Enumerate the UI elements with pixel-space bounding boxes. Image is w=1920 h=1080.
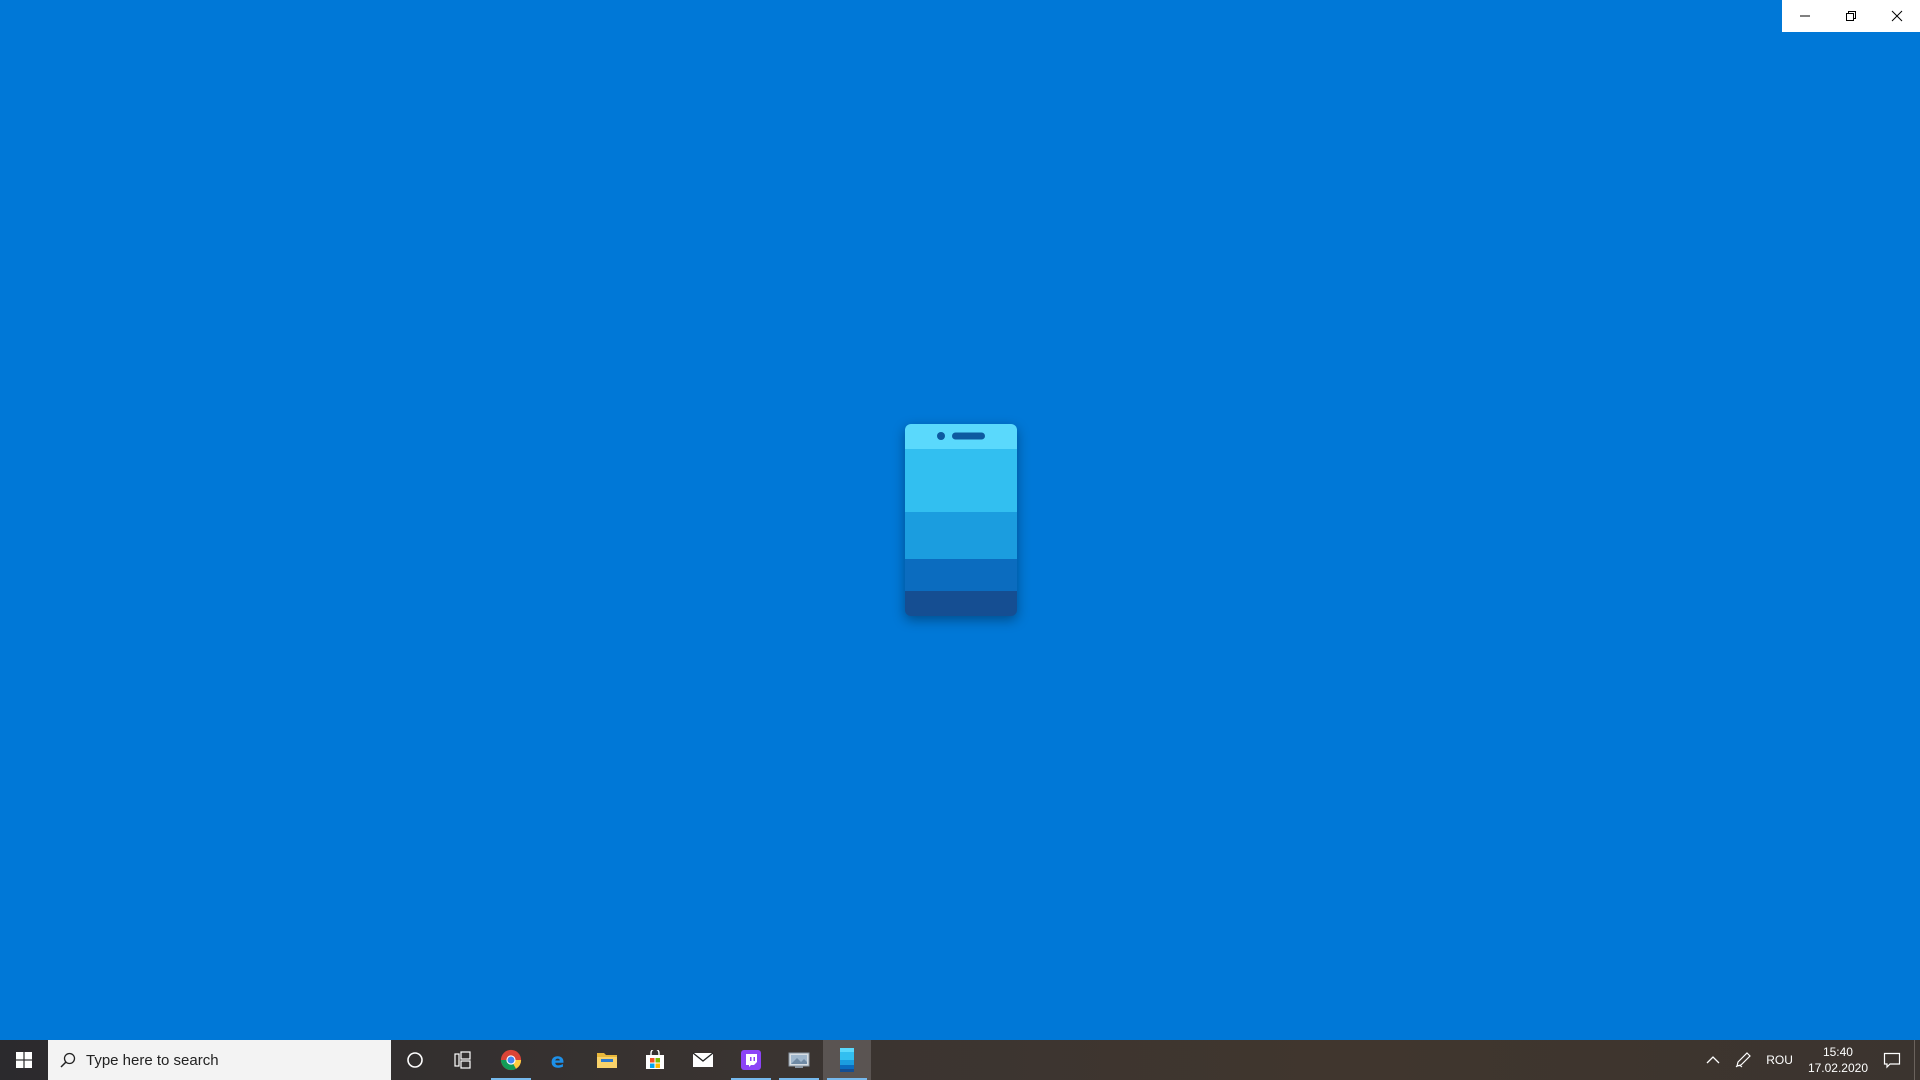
- app-icon: [788, 1052, 810, 1068]
- close-icon: [1891, 10, 1903, 22]
- app-window: [0, 0, 1920, 1040]
- chrome-button[interactable]: [487, 1040, 535, 1080]
- svg-text:e: e: [551, 1049, 565, 1071]
- show-desktop-button[interactable]: [1914, 1040, 1920, 1080]
- clock-time: 15:40: [1822, 1045, 1853, 1059]
- clock[interactable]: 15:40 17.02.2020: [1800, 1040, 1876, 1080]
- pen-icon: [1735, 1052, 1752, 1068]
- minimize-icon: [1800, 15, 1810, 17]
- system-tray: ROU 15:40 17.02.2020: [1699, 1040, 1920, 1080]
- caption-buttons: [1782, 0, 1920, 32]
- folder-icon: [597, 1053, 617, 1068]
- app-button[interactable]: [775, 1040, 823, 1080]
- taskbar: Type here to search e ROU 15:40 17.02.20…: [0, 1040, 1920, 1080]
- circle-icon: [407, 1052, 423, 1068]
- show-hidden-icons-button[interactable]: [1699, 1040, 1727, 1080]
- your-phone-button[interactable]: [823, 1040, 871, 1080]
- twitch-button[interactable]: [727, 1040, 775, 1080]
- search-placeholder: Type here to search: [86, 1051, 219, 1069]
- phone-icon: [840, 1048, 854, 1072]
- action-center-button[interactable]: [1876, 1040, 1908, 1080]
- input-language[interactable]: ROU: [1759, 1040, 1800, 1080]
- store-icon: [646, 1050, 664, 1069]
- windows-icon: [16, 1052, 32, 1068]
- twitch-icon: [741, 1050, 761, 1070]
- clock-date: 17.02.2020: [1807, 1061, 1868, 1075]
- close-button[interactable]: [1874, 0, 1920, 32]
- phone-icon: [905, 424, 1017, 616]
- restore-icon: [1846, 11, 1856, 21]
- minimize-button[interactable]: [1782, 0, 1828, 32]
- mail-icon: [692, 1052, 714, 1067]
- search-box[interactable]: Type here to search: [48, 1040, 391, 1080]
- edge-icon: e: [551, 1049, 565, 1071]
- restore-button[interactable]: [1828, 0, 1874, 32]
- start-button[interactable]: [0, 1040, 48, 1080]
- notification-icon: [1883, 1052, 1901, 1069]
- file-explorer-button[interactable]: [583, 1040, 631, 1080]
- task-view-icon: [454, 1051, 471, 1069]
- cortana-button[interactable]: [391, 1040, 439, 1080]
- mail-button[interactable]: [679, 1040, 727, 1080]
- edge-button[interactable]: e: [535, 1040, 583, 1080]
- chevron-up-icon: [1706, 1056, 1720, 1064]
- task-view-button[interactable]: [439, 1040, 487, 1080]
- store-button[interactable]: [631, 1040, 679, 1080]
- search-icon: [60, 1052, 76, 1068]
- chrome-icon: [500, 1049, 522, 1071]
- pen-workspace-button[interactable]: [1727, 1040, 1759, 1080]
